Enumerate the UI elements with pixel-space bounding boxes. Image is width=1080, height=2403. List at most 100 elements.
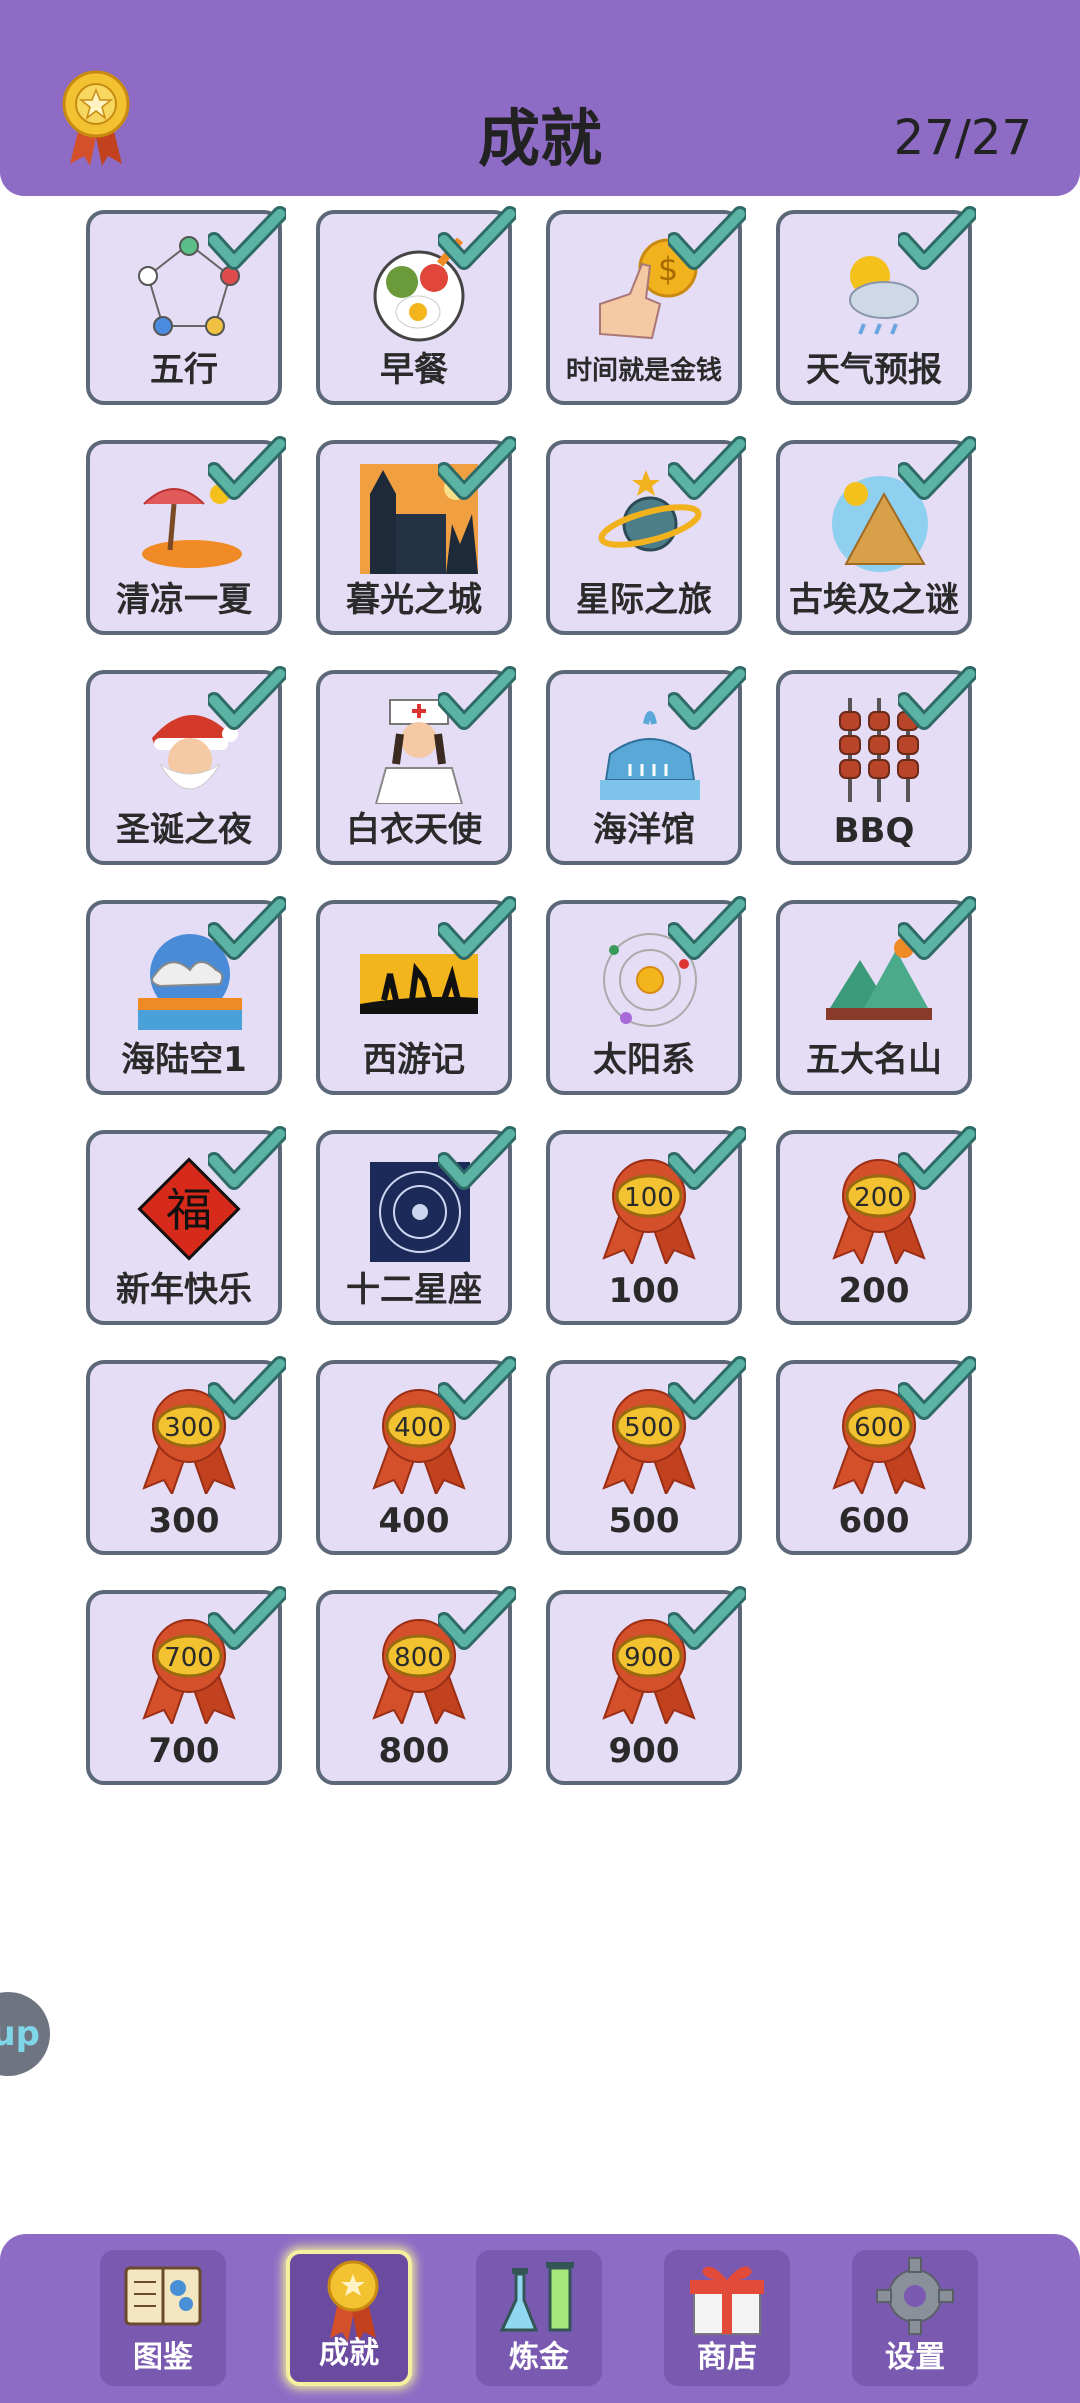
achievement-card[interactable]: 十二星座 (316, 1126, 516, 1325)
achievement-card[interactable]: 800 800 (316, 1586, 516, 1785)
gift-box-icon (690, 2266, 764, 2335)
achievement-card[interactable]: 海洋馆 (546, 666, 746, 865)
achievement-label: 十二星座 (346, 1270, 482, 1310)
checkmark-icon (898, 666, 976, 730)
achievement-label: 100 (608, 1271, 680, 1311)
achievement-label: 暮光之城 (346, 580, 482, 620)
achievement-label: 时间就是金钱 (565, 356, 722, 386)
checkmark-icon (898, 436, 976, 500)
achievement-label: 600 (838, 1501, 910, 1541)
achievement-card[interactable]: 600 600 (776, 1356, 976, 1555)
checkmark-icon (438, 1356, 516, 1420)
achievement-card[interactable]: 200 200 (776, 1126, 976, 1325)
nav-item-label: 设置 (885, 2340, 945, 2375)
achievement-card[interactable]: 白衣天使 (316, 666, 516, 865)
checkmark-icon (438, 206, 516, 270)
achievement-card[interactable]: 太阳系 (546, 896, 746, 1095)
achievement-label: 古埃及之谜 (789, 580, 959, 620)
checkmark-icon (208, 206, 286, 270)
checkmark-icon (438, 666, 516, 730)
achievement-card[interactable]: 早餐 (316, 206, 516, 405)
nav-item-label: 商店 (697, 2340, 757, 2375)
achievement-card[interactable]: 西游记 (316, 896, 516, 1095)
checkmark-icon (668, 1126, 746, 1190)
checkmark-icon (208, 436, 286, 500)
achievement-card[interactable]: 清凉一夏 (86, 436, 286, 635)
achievement-card[interactable]: 100 100 (546, 1126, 746, 1325)
nav-item[interactable]: 图鉴 (100, 2250, 226, 2386)
svg-text:500: 500 (624, 1413, 674, 1443)
achievement-card[interactable]: 400 400 (316, 1356, 516, 1555)
achievement-card[interactable]: 五大名山 (776, 896, 976, 1095)
nav-item-label: 成就 (319, 2336, 379, 2371)
svg-text:700: 700 (164, 1643, 214, 1673)
nav-item[interactable]: 炼金 (476, 2250, 602, 2386)
nav-item-label: 图鉴 (133, 2340, 193, 2375)
achievement-card[interactable]: 福新年快乐 (86, 1126, 286, 1325)
achievement-card[interactable]: 圣诞之夜 (86, 666, 286, 865)
achievement-card[interactable]: 天气预报 (776, 206, 976, 405)
achievement-card[interactable]: 暮光之城 (316, 436, 516, 635)
achievement-label: 五行 (150, 350, 218, 390)
achievement-label: 新年快乐 (116, 1270, 252, 1310)
checkmark-icon (898, 896, 976, 960)
book-icon (124, 2266, 202, 2326)
svg-text:100: 100 (624, 1183, 674, 1213)
achievement-label: 海洋馆 (593, 810, 695, 850)
achievement-label: 圣诞之夜 (116, 810, 252, 850)
checkmark-icon (898, 1356, 976, 1420)
svg-text:200: 200 (854, 1183, 904, 1213)
achievement-card[interactable]: 五行 (86, 206, 286, 405)
checkmark-icon (208, 666, 286, 730)
help-button-label: up (0, 2014, 40, 2054)
checkmark-icon (668, 436, 746, 500)
checkmark-icon (438, 1586, 516, 1650)
achievement-label: 500 (608, 1501, 680, 1541)
achievement-card[interactable]: 900 900 (546, 1586, 746, 1785)
achievement-card[interactable]: 海陆空1 (86, 896, 286, 1095)
achievement-card[interactable]: 700 700 (86, 1586, 286, 1785)
achievement-label: 白衣天使 (346, 810, 482, 850)
checkmark-icon (438, 436, 516, 500)
flask-icon (499, 2262, 574, 2332)
nav-item-label: 炼金 (509, 2340, 569, 2375)
achievement-label: 900 (608, 1731, 680, 1771)
achievement-label: 400 (378, 1501, 450, 1541)
svg-text:福: 福 (166, 1183, 212, 1237)
gear-icon (876, 2257, 954, 2335)
checkmark-icon (668, 206, 746, 270)
nav-item[interactable]: 商店 (664, 2250, 790, 2386)
achievement-label: BBQ (833, 811, 915, 851)
achievement-card[interactable]: 500 500 (546, 1356, 746, 1555)
checkmark-icon (668, 896, 746, 960)
checkmark-icon (668, 666, 746, 730)
achievement-label: 天气预报 (806, 350, 942, 390)
checkmark-icon (208, 896, 286, 960)
achievement-label: 星际之旅 (576, 580, 712, 620)
checkmark-icon (898, 1126, 976, 1190)
achievement-label: 700 (148, 1731, 220, 1771)
nav-item[interactable]: 设置 (852, 2250, 978, 2386)
svg-text:600: 600 (854, 1413, 904, 1443)
achievement-card[interactable]: 古埃及之谜 (776, 436, 976, 635)
achievement-card[interactable]: $ 时间就是金钱 (546, 206, 746, 405)
achievement-card[interactable]: 星际之旅 (546, 436, 746, 635)
achievement-card[interactable]: BBQ (776, 666, 976, 865)
svg-text:800: 800 (394, 1643, 444, 1673)
checkmark-icon (208, 1356, 286, 1420)
achievement-label: 海陆空1 (121, 1040, 247, 1080)
svg-text:300: 300 (164, 1413, 214, 1443)
achievement-label: 太阳系 (593, 1040, 695, 1080)
checkmark-icon (898, 206, 976, 270)
bottom-nav: 图鉴 成就 炼金 商店 设置 (0, 2234, 1080, 2403)
achievement-card[interactable]: 300 300 (86, 1356, 286, 1555)
checkmark-icon (208, 1586, 286, 1650)
checkmark-icon (668, 1356, 746, 1420)
svg-text:900: 900 (624, 1643, 674, 1673)
achievement-grid: 五行 早餐 $ 时间就是金钱天气预报清凉一夏 暮光之城 星际之旅 古埃及之谜圣诞之夜 白衣天使… (0, 0, 1080, 2403)
achievement-label: 早餐 (380, 350, 448, 390)
checkmark-icon (438, 896, 516, 960)
checkmark-icon (668, 1586, 746, 1650)
nav-item[interactable]: 成就 (286, 2250, 412, 2386)
checkmark-icon (208, 1126, 286, 1190)
